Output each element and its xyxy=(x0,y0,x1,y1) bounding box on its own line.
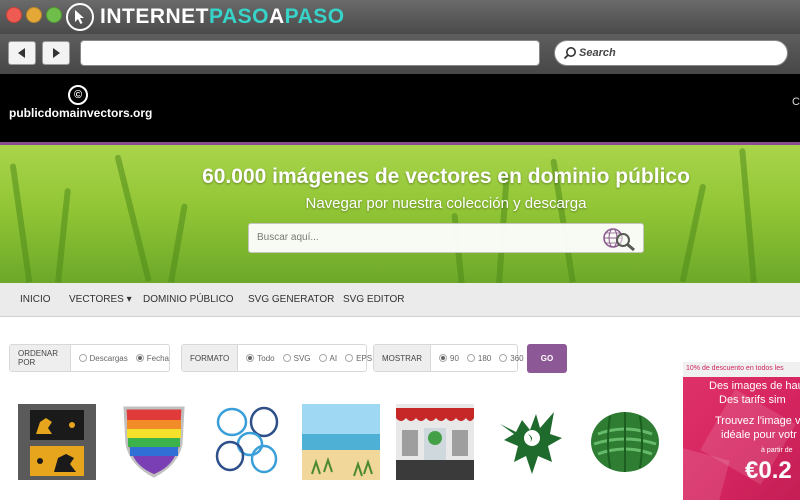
radio-circle xyxy=(135,354,144,362)
eagle-image xyxy=(500,412,562,474)
brand-text-paso: PASO xyxy=(209,5,269,28)
go-button[interactable]: GO xyxy=(527,344,567,373)
horse-card-image xyxy=(18,404,96,480)
menu-item-inicio[interactable]: INICIO xyxy=(20,294,51,305)
menu-item-svg-editor[interactable]: SVG EDITOR xyxy=(343,294,405,305)
close-window-button[interactable] xyxy=(6,7,22,23)
thumbnail-beach[interactable] xyxy=(302,404,380,480)
shield-image xyxy=(123,406,185,478)
search-icon xyxy=(563,47,576,60)
radio-svg[interactable]: SVG xyxy=(282,353,311,363)
radio-circle xyxy=(499,354,508,362)
menu-item-vectores-label: VECTORES xyxy=(69,294,124,305)
filter-mostrar-label: MOSTRAR xyxy=(374,345,431,371)
globe-search-icon[interactable] xyxy=(599,226,639,252)
radio-360[interactable]: 360 xyxy=(499,353,524,363)
site-header: © publicdomainvectors.org C xyxy=(0,74,800,142)
cursor-icon xyxy=(66,3,94,31)
thumbnail-rainbow-shield[interactable] xyxy=(115,404,193,480)
hero-title: 60.000 imágenes de vectores en dominio p… xyxy=(202,165,690,188)
triangle-left-icon xyxy=(18,48,25,58)
radio-label: AI xyxy=(329,353,338,363)
hero-banner: 60.000 imágenes de vectores en dominio p… xyxy=(0,145,800,283)
radio-circle xyxy=(282,354,291,362)
radio-circle xyxy=(318,354,327,362)
menu-item-vectores[interactable]: VECTORES ▾ xyxy=(69,294,132,305)
radio-label: 90 xyxy=(450,353,459,363)
main-menu: INICIO VECTORES ▾ DOMINIO PÚBLICO SVG GE… xyxy=(0,283,800,317)
thumbnail-business-cards[interactable] xyxy=(18,404,96,480)
watermelon-image xyxy=(591,412,659,472)
radio-circle xyxy=(78,354,87,362)
radio-label: Fecha xyxy=(146,353,169,363)
hero-search-placeholder: Buscar aquí... xyxy=(257,232,319,243)
browser-search-input[interactable]: Search xyxy=(554,40,788,66)
filter-formato: FORMATO Todo SVG AI EPS xyxy=(181,344,372,372)
minimize-window-button[interactable] xyxy=(26,7,42,23)
ad-price: €0.2 xyxy=(745,457,792,484)
frames-image xyxy=(215,406,279,474)
radio-circle xyxy=(439,354,447,362)
thumbnail-circle-frames[interactable] xyxy=(208,404,286,480)
beach-image xyxy=(302,404,380,480)
menu-item-svg-generator[interactable]: SVG GENERATOR xyxy=(248,294,334,305)
thumbnail-eagle[interactable] xyxy=(492,404,570,480)
ad-from-text: à partir de xyxy=(761,447,793,454)
maximize-window-button[interactable] xyxy=(46,7,62,23)
filter-ordenar-label: ORDENAR POR xyxy=(10,345,71,371)
ad-line-4: idéale pour votr xyxy=(721,429,797,441)
url-bar[interactable] xyxy=(80,40,540,66)
menu-item-dominio-publico[interactable]: DOMINIO PÚBLICO xyxy=(143,294,234,305)
radio-todo[interactable]: Todo xyxy=(246,353,275,363)
window-titlebar: INTERNET PASO A PASO xyxy=(0,0,800,34)
caret-down-icon: ▾ xyxy=(126,294,132,305)
ad-line-1: Des images de hau xyxy=(709,380,800,392)
brand-text-paso-2: PASO xyxy=(284,5,345,28)
triangle-right-icon xyxy=(53,48,60,58)
radio-ai[interactable]: AI xyxy=(318,353,338,363)
header-menu-fragment[interactable]: C xyxy=(792,96,800,108)
radio-label: 360 xyxy=(510,353,524,363)
radio-eps[interactable]: EPS xyxy=(345,354,372,363)
radio-label: 180 xyxy=(477,353,492,363)
radio-90[interactable]: 90 xyxy=(439,354,459,363)
browser-toolbar: Search xyxy=(0,34,800,74)
hero-search-input[interactable]: Buscar aquí... xyxy=(248,223,644,253)
radio-label: Descargas xyxy=(89,353,128,363)
hero-subtitle: Navegar por nuestra colección y descarga xyxy=(305,195,587,212)
ad-line-2: Des tarifs sim xyxy=(719,394,786,406)
filter-formato-label: FORMATO xyxy=(182,345,239,371)
radio-circle xyxy=(345,354,354,362)
back-button[interactable] xyxy=(8,41,36,65)
radio-circle xyxy=(466,354,475,362)
radio-label: EPS xyxy=(356,353,373,363)
thumbnail-shop-front[interactable] xyxy=(396,404,474,480)
radio-180[interactable]: 180 xyxy=(466,353,492,363)
advertisement-banner[interactable]: 10% de descuento en todos les Des images… xyxy=(683,362,800,500)
brand-text-internet: INTERNET xyxy=(100,5,209,28)
brand-logo: INTERNET PASO A PASO xyxy=(66,3,345,31)
radio-descargas[interactable]: Descargas xyxy=(78,353,128,363)
shop-image xyxy=(396,404,474,480)
filter-mostrar: MOSTRAR 90 180 360 xyxy=(373,344,524,372)
ad-line-3: Trouvez l'image v xyxy=(715,415,800,427)
filter-ordenar: ORDENAR POR Descargas Fecha xyxy=(9,344,170,372)
thumbnail-watermelon[interactable] xyxy=(586,404,664,480)
forward-button[interactable] xyxy=(42,41,70,65)
radio-fecha[interactable]: Fecha xyxy=(135,353,169,363)
public-domain-icon[interactable]: © xyxy=(68,85,88,105)
search-placeholder: Search xyxy=(579,47,616,59)
radio-circle xyxy=(246,354,255,362)
radio-label: SVG xyxy=(293,353,311,363)
brand-text-a: A xyxy=(268,5,285,28)
site-logo-text[interactable]: publicdomainvectors.org xyxy=(9,106,152,120)
ad-discount-text: 10% de descuento en todos les xyxy=(683,362,800,377)
radio-label: Todo xyxy=(257,353,275,363)
